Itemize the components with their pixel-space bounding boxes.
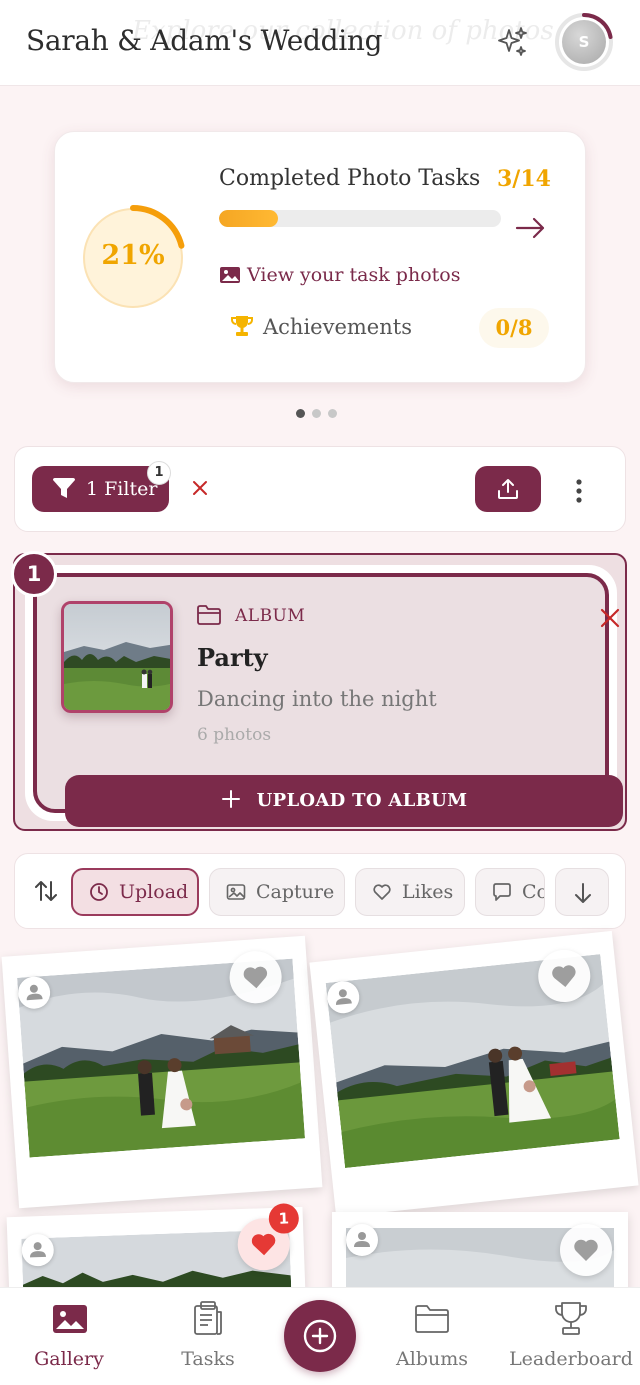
sort-chip-label: Comments (522, 881, 544, 903)
sort-toggle-button[interactable] (33, 878, 59, 904)
filter-toolbar: 1 Filter 1 (14, 446, 626, 532)
sort-chip-comments[interactable]: Comments (475, 868, 545, 916)
nav-leaderboard[interactable]: Leaderboard (506, 1288, 636, 1385)
plus-icon (221, 790, 240, 808)
clipboard-icon (194, 1301, 222, 1335)
profile-avatar-button[interactable]: S (554, 12, 614, 72)
sort-toolbar: Upload Capture Likes Comments (14, 853, 626, 929)
nav-tasks[interactable]: Tasks (143, 1288, 273, 1385)
event-title: Sarah & Adam's Wedding (26, 24, 383, 57)
more-options-button[interactable] (571, 477, 587, 505)
trophy-icon (555, 1302, 587, 1335)
heart-icon (373, 884, 391, 900)
sort-chip-label: Likes (402, 881, 454, 903)
achievements-link[interactable]: Achievements (231, 314, 412, 339)
remove-album-filter-button[interactable] (599, 607, 621, 629)
view-task-photos-link[interactable]: View your task photos (219, 264, 460, 286)
album-type-text: ALBUM (235, 606, 306, 626)
upload-icon (498, 479, 518, 499)
filter-index-badge: 1 (11, 551, 57, 597)
user-icon (30, 1242, 47, 1258)
photo-tasks-card: 21% Completed Photo Tasks 3/14 View your… (54, 131, 586, 383)
close-icon (600, 608, 620, 628)
heart-icon (552, 965, 576, 987)
carousel-dots (296, 403, 344, 422)
nav-albums[interactable]: Albums (367, 1288, 497, 1385)
like-count-badge: 1 (268, 1203, 300, 1235)
image-icon (220, 267, 240, 283)
image-icon (226, 884, 246, 900)
nav-label: Gallery (34, 1348, 104, 1370)
photo-card[interactable] (1, 935, 323, 1209)
sort-chip-capture[interactable]: Capture (209, 868, 345, 916)
comment-icon (493, 883, 511, 901)
completion-ring: 21% (79, 204, 187, 312)
app-header: Explore our collection of photos Sarah &… (0, 0, 640, 86)
carousel-dot[interactable] (312, 409, 321, 418)
arrow-right-icon (515, 217, 545, 239)
completion-percent: 21% (101, 240, 165, 271)
sparkle-button[interactable] (494, 24, 530, 60)
view-task-photos-label: View your task photos (247, 264, 461, 286)
tasks-progress-fill (219, 210, 279, 227)
heart-icon (243, 966, 268, 989)
plus-circle-icon (303, 1319, 337, 1353)
tasks-title: Completed Photo Tasks (219, 166, 481, 191)
album-photo-count: 6 photos (197, 725, 272, 745)
bottom-navigation: Gallery Tasks Albums Leaderboard (0, 1287, 640, 1385)
carousel-dot[interactable] (328, 409, 337, 418)
filter-count-badge: 1 (147, 461, 171, 485)
gallery-icon (53, 1305, 87, 1333)
upload-to-album-label: UPLOAD TO ALBUM (256, 790, 468, 811)
heart-icon (574, 1239, 598, 1261)
photo-card[interactable] (309, 930, 639, 1218)
avatar: S (562, 20, 606, 64)
heart-filled-icon (251, 1233, 276, 1256)
upload-button[interactable] (475, 466, 541, 512)
folder-icon (197, 605, 221, 625)
tasks-count: 3/14 (497, 166, 551, 192)
achievements-count: 0/8 (479, 308, 549, 348)
user-icon (336, 989, 352, 1006)
close-icon (193, 481, 207, 495)
nav-label: Leaderboard (509, 1348, 633, 1370)
folder-icon (415, 1305, 449, 1333)
sort-arrows-icon (35, 881, 57, 901)
user-icon (354, 1232, 370, 1247)
more-vertical-icon (576, 479, 582, 503)
album-cover-image (61, 601, 173, 713)
uploader-avatar[interactable] (346, 1224, 378, 1256)
album-type-label: ALBUM (197, 605, 305, 626)
sort-chip-label: Upload (119, 881, 189, 903)
album-card[interactable]: ALBUM Party Dancing into the night 6 pho… (33, 573, 623, 827)
tasks-progress-bar (219, 210, 501, 227)
active-album-filter: 1 ALBUM Party Dancing into the night 6 p… (11, 551, 627, 831)
sort-chip-likes[interactable]: Likes (355, 868, 465, 916)
clock-icon (90, 883, 108, 901)
nav-label: Albums (396, 1348, 468, 1370)
nav-gallery[interactable]: Gallery (4, 1288, 134, 1385)
album-description: Dancing into the night (197, 687, 437, 711)
arrow-down-icon (575, 883, 591, 903)
clear-filters-button[interactable] (191, 479, 209, 497)
nav-label: Tasks (181, 1348, 235, 1370)
open-tasks-button[interactable] (513, 214, 549, 242)
user-icon (26, 984, 43, 1001)
sort-chip-label: Capture (256, 881, 335, 903)
sort-chip-upload[interactable]: Upload (71, 868, 199, 916)
like-button[interactable] (560, 1224, 612, 1276)
achievements-label: Achievements (263, 315, 412, 339)
funnel-icon (53, 478, 75, 498)
sort-direction-button[interactable] (555, 868, 609, 916)
album-name: Party (197, 643, 268, 672)
carousel-dot[interactable] (296, 409, 305, 418)
add-photo-button[interactable] (284, 1300, 356, 1372)
trophy-icon (231, 316, 253, 336)
sparkle-icon (498, 27, 527, 56)
upload-to-album-button[interactable]: UPLOAD TO ALBUM (65, 775, 623, 827)
